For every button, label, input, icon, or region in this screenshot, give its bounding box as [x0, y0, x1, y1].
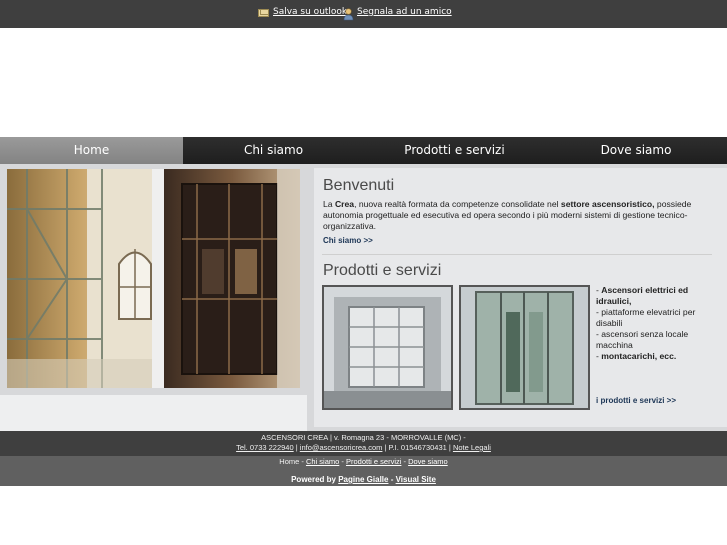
company-name: Crea [334, 199, 355, 209]
product-item-1-label: Ascensori elettrici ed idraulici, [596, 285, 689, 306]
tell-friend-link[interactable]: Segnala ad un amico [357, 7, 452, 17]
left-panel-footer [0, 395, 307, 431]
footer-email-link[interactable]: info@ascensoricrea.com [300, 443, 383, 452]
welcome-text-part2: , nuova realtà formata da competenze con… [354, 199, 561, 209]
welcome-title: Benvenuti [323, 177, 395, 194]
elevator-photo [7, 169, 300, 388]
welcome-text: La Crea, nuova realtà formata da compete… [323, 199, 701, 232]
products-list: - Ascensori elettrici ed idraulici, - pi… [596, 285, 708, 362]
footer-contacts: Tel. 0733 222940 | info@ascensoricrea.co… [0, 443, 727, 452]
footer-nav-home[interactable]: Home [279, 457, 299, 466]
nav-prodotti-servizi[interactable]: Prodotti e servizi [364, 137, 545, 164]
sector-text: settore ascensoristico, [560, 199, 655, 209]
nav-dove-siamo[interactable]: Dove siamo [545, 137, 727, 164]
product-image-platform [322, 285, 453, 410]
product-item-4-label: montacarichi, ecc. [601, 351, 677, 361]
product-item-4: - montacarichi, ecc. [596, 351, 708, 362]
welcome-text-part1: La [323, 199, 335, 209]
powered-by: Powered by Pagine Gialle - Visual Site [0, 475, 727, 484]
nav-chi-siamo[interactable]: Chi siamo [183, 137, 364, 164]
pagine-gialle-link[interactable]: Pagine Gialle [338, 475, 388, 484]
footer-phone-link[interactable]: Tel. 0733 222940 [236, 443, 294, 452]
footer-nav-sep-2: - [339, 457, 346, 466]
footer-nav-prodotti[interactable]: Prodotti e servizi [346, 457, 401, 466]
nav-home[interactable]: Home [0, 137, 183, 164]
product-image-elevator [459, 285, 590, 410]
section-divider [322, 254, 712, 255]
footer-nav-sep-1: - [299, 457, 306, 466]
powered-label: Powered by [291, 475, 339, 484]
product-item-3: - ascensori senza locale macchina [596, 329, 689, 350]
footer-nav: Home - Chi siamo - Prodotti e servizi - … [0, 457, 727, 466]
save-outlook-link[interactable]: Salva su outlook [273, 7, 347, 17]
footer-nav-dove-siamo[interactable]: Dove siamo [408, 457, 448, 466]
tell-friend-icon[interactable] [343, 6, 354, 21]
product-item-2: - piattaforme elevatrici per disabili [596, 307, 696, 328]
product-item-1: - Ascensori elettrici ed idraulici, [596, 285, 708, 307]
footer-legal-link[interactable]: Note Legali [453, 443, 491, 452]
products-title: Prodotti e servizi [323, 262, 442, 279]
footer-nav-chi-siamo[interactable]: Chi siamo [306, 457, 339, 466]
visual-site-link[interactable]: Visual Site [396, 475, 436, 484]
envelope-icon[interactable] [258, 9, 269, 17]
footer-address: ASCENSORI CREA | v. Romagna 23 - MORROVA… [261, 433, 466, 442]
footer-piva: | P.I. 01546730431 | [382, 443, 453, 452]
products-more-link[interactable]: i prodotti e servizi >> [596, 396, 676, 405]
powered-dash: - [388, 475, 396, 484]
chi-siamo-more-link[interactable]: Chi siamo >> [323, 236, 373, 245]
